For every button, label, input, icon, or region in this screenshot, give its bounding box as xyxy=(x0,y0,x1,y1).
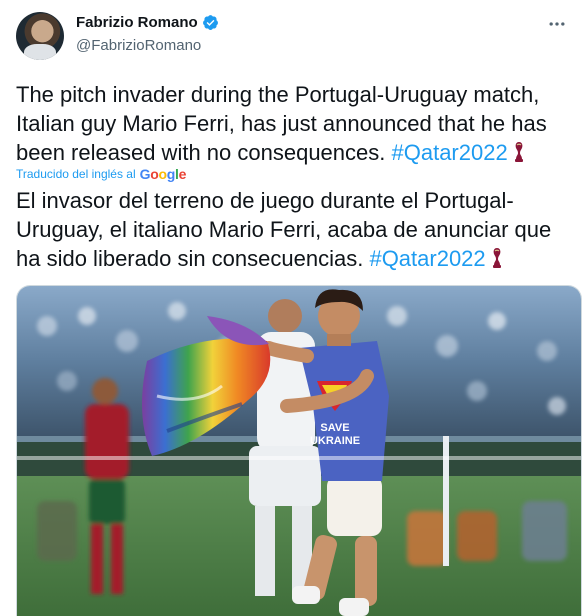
author-avatar[interactable] xyxy=(16,12,64,60)
google-logo: Google xyxy=(139,166,187,182)
avatar-shirt xyxy=(24,44,56,60)
tweet-text-original: The pitch invader during the Portugal-Ur… xyxy=(16,80,576,167)
google-letter: g xyxy=(166,166,176,182)
google-letter: o xyxy=(158,166,167,182)
tweet-text-translated: El invasor del terreno de juego durante … xyxy=(16,186,576,273)
translation-label-text: Traducido del inglés al xyxy=(16,167,136,181)
author-handle[interactable]: @FabrizioRomano xyxy=(76,37,201,54)
google-letter: e xyxy=(178,166,187,182)
world-cup-trophy-icon xyxy=(492,248,501,268)
more-options-icon[interactable] xyxy=(547,14,567,34)
verified-badge-icon xyxy=(202,15,218,30)
pitch-invader-photo: SAVE UKRAINE xyxy=(17,286,581,616)
hashtag-link[interactable]: #Qatar2022 xyxy=(392,140,508,165)
author-name[interactable]: Fabrizio Romano xyxy=(76,14,198,31)
world-cup-trophy-icon xyxy=(514,142,523,162)
tweet-photo[interactable]: SAVE UKRAINE xyxy=(16,285,582,616)
hashtag-link-translated[interactable]: #Qatar2022 xyxy=(369,246,485,271)
tweet[interactable]: Fabrizio Romano @FabrizioRomano The pitc… xyxy=(0,0,585,616)
shirt-text: UKRAINE xyxy=(310,435,360,447)
google-letter: G xyxy=(139,166,151,182)
author-name-row: Fabrizio Romano xyxy=(76,14,219,31)
translation-label[interactable]: Traducido del inglés al Google xyxy=(16,166,186,182)
shirt-text: SAVE xyxy=(320,422,349,434)
